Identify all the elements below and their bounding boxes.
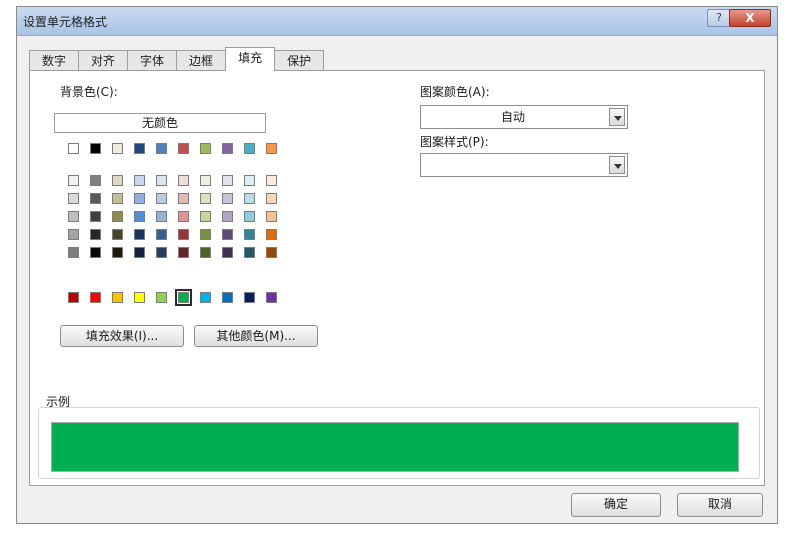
theme-tint-swatch[interactable]	[222, 193, 233, 204]
theme-tint-swatch[interactable]	[112, 193, 123, 204]
theme-tint-swatch[interactable]	[156, 247, 167, 258]
theme-tint-swatch[interactable]	[200, 229, 211, 240]
standard-color-swatch[interactable]	[134, 292, 145, 303]
theme-tint-swatch[interactable]	[178, 175, 189, 186]
theme-tint-swatch[interactable]	[90, 211, 101, 222]
theme-tint-swatch[interactable]	[90, 229, 101, 240]
theme-tint-swatch[interactable]	[200, 247, 211, 258]
tab-strip: 数字 对齐 字体 边框 填充 保护	[29, 47, 325, 71]
theme-tint-swatch[interactable]	[200, 175, 211, 186]
tab-protection[interactable]: 保护	[274, 50, 325, 71]
pattern-color-select[interactable]: 自动	[420, 105, 628, 129]
help-button[interactable]: ?	[707, 9, 731, 27]
theme-tint-swatch[interactable]	[156, 211, 167, 222]
theme-tint-swatch[interactable]	[112, 211, 123, 222]
cancel-button[interactable]: 取消	[677, 493, 763, 517]
theme-tint-swatch[interactable]	[134, 175, 145, 186]
close-button[interactable]: X	[729, 9, 771, 27]
theme-color-swatch[interactable]	[178, 143, 189, 154]
title-bar: 设置单元格格式 ? X	[17, 7, 777, 36]
theme-color-swatch[interactable]	[134, 143, 145, 154]
theme-tint-swatch[interactable]	[244, 175, 255, 186]
theme-color-swatch[interactable]	[244, 143, 255, 154]
standard-color-swatch[interactable]	[266, 292, 277, 303]
theme-tint-swatch[interactable]	[156, 229, 167, 240]
theme-tint-swatch[interactable]	[222, 247, 233, 258]
theme-tint-swatch[interactable]	[68, 193, 79, 204]
theme-tint-swatch[interactable]	[266, 229, 277, 240]
no-color-button[interactable]: 无颜色	[54, 113, 266, 133]
sample-preview	[51, 422, 739, 472]
theme-tint-swatch[interactable]	[178, 211, 189, 222]
theme-color-swatch[interactable]	[200, 143, 211, 154]
theme-tint-swatch[interactable]	[222, 175, 233, 186]
dialog-title: 设置单元格格式	[23, 15, 108, 29]
chevron-down-icon[interactable]	[609, 108, 625, 126]
theme-tint-swatch[interactable]	[112, 247, 123, 258]
theme-tint-swatch[interactable]	[134, 229, 145, 240]
pattern-color-label: 图案颜色(A):	[420, 85, 490, 99]
theme-color-swatch[interactable]	[156, 143, 167, 154]
pattern-style-label: 图案样式(P):	[420, 135, 489, 149]
standard-color-swatch[interactable]	[175, 289, 192, 306]
theme-tint-swatch[interactable]	[90, 247, 101, 258]
theme-color-swatch[interactable]	[112, 143, 123, 154]
theme-tint-swatch[interactable]	[112, 175, 123, 186]
format-cells-dialog: 设置单元格格式 ? X 数字 对齐 字体 边框 填充 保护 背景色(C): 无颜…	[16, 6, 778, 524]
tab-number[interactable]: 数字	[29, 50, 80, 71]
theme-color-swatch[interactable]	[90, 143, 101, 154]
theme-tint-swatch[interactable]	[244, 247, 255, 258]
tab-alignment[interactable]: 对齐	[78, 50, 129, 71]
standard-color-swatch[interactable]	[68, 292, 79, 303]
sample-group	[38, 407, 760, 479]
theme-tint-swatch[interactable]	[200, 211, 211, 222]
theme-tint-swatch[interactable]	[178, 229, 189, 240]
theme-color-swatch[interactable]	[266, 143, 277, 154]
ok-button[interactable]: 确定	[571, 493, 661, 517]
theme-tint-swatch[interactable]	[156, 175, 167, 186]
background-color-label: 背景色(C):	[60, 85, 118, 99]
fill-panel: 背景色(C): 无颜色 填充效果(I)... 其他颜色(M)... 图案颜色(A…	[29, 70, 765, 486]
theme-tint-swatch[interactable]	[134, 247, 145, 258]
theme-tint-swatch[interactable]	[112, 229, 123, 240]
theme-tint-swatch[interactable]	[68, 247, 79, 258]
theme-tint-swatch[interactable]	[200, 193, 211, 204]
standard-color-swatch[interactable]	[244, 292, 255, 303]
chevron-down-icon[interactable]	[609, 156, 625, 174]
theme-tint-swatch[interactable]	[222, 229, 233, 240]
standard-color-swatch[interactable]	[90, 292, 101, 303]
theme-tint-swatch[interactable]	[266, 193, 277, 204]
tab-border[interactable]: 边框	[176, 50, 227, 71]
theme-tint-swatch[interactable]	[134, 211, 145, 222]
theme-tint-swatch[interactable]	[222, 211, 233, 222]
tab-font[interactable]: 字体	[127, 50, 178, 71]
tab-fill[interactable]: 填充	[225, 47, 276, 71]
theme-tint-swatch[interactable]	[90, 193, 101, 204]
theme-tint-swatch[interactable]	[178, 247, 189, 258]
theme-tint-swatch[interactable]	[244, 193, 255, 204]
standard-color-swatch[interactable]	[200, 292, 211, 303]
theme-tint-swatch[interactable]	[178, 193, 189, 204]
theme-tint-swatch[interactable]	[134, 193, 145, 204]
standard-color-swatch[interactable]	[222, 292, 233, 303]
fill-effects-button[interactable]: 填充效果(I)...	[60, 325, 184, 347]
theme-color-swatch[interactable]	[222, 143, 233, 154]
theme-tint-swatch[interactable]	[266, 247, 277, 258]
theme-tint-swatch[interactable]	[156, 193, 167, 204]
theme-tint-swatch[interactable]	[90, 175, 101, 186]
standard-color-swatch[interactable]	[156, 292, 167, 303]
theme-tint-swatch[interactable]	[68, 211, 79, 222]
theme-tint-swatch[interactable]	[68, 175, 79, 186]
pattern-style-select[interactable]	[420, 153, 628, 177]
theme-tint-swatch[interactable]	[244, 229, 255, 240]
pattern-color-value: 自动	[500, 110, 525, 124]
theme-tint-swatch[interactable]	[266, 175, 277, 186]
theme-tint-swatch[interactable]	[266, 211, 277, 222]
theme-tint-swatch[interactable]	[68, 229, 79, 240]
theme-color-swatch[interactable]	[68, 143, 79, 154]
more-colors-button[interactable]: 其他颜色(M)...	[194, 325, 318, 347]
standard-color-swatch[interactable]	[112, 292, 123, 303]
theme-tint-swatch[interactable]	[244, 211, 255, 222]
